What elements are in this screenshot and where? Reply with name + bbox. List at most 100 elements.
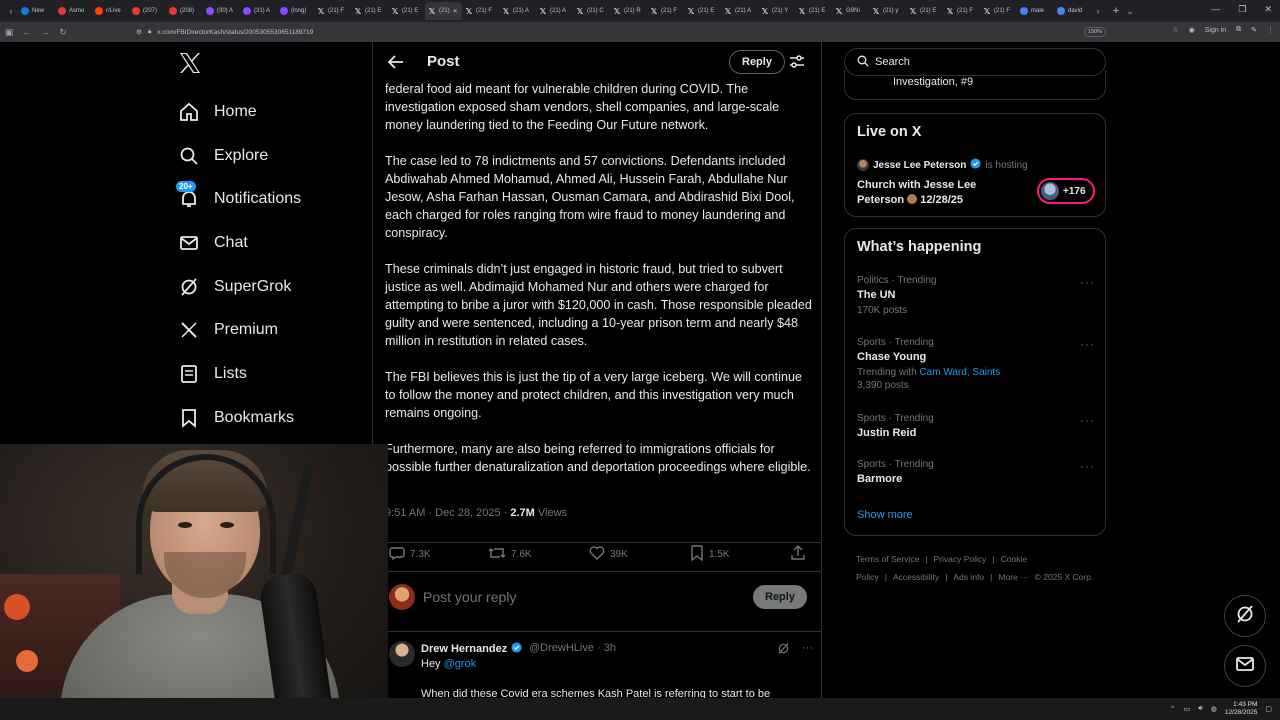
edit-icon[interactable]: ✎ xyxy=(1251,26,1257,34)
browser-tab[interactable]: 𝕏 (21) Y xyxy=(758,2,795,20)
footer-link[interactable]: Accessibility xyxy=(893,572,939,582)
sign-in-button[interactable]: Sign in xyxy=(1205,27,1226,34)
grok-icon[interactable] xyxy=(777,642,790,660)
browser-tab[interactable]: 𝕏 (21) E xyxy=(906,2,943,20)
trend-item[interactable]: Politics · Trending The UN 170K posts ··… xyxy=(857,275,1097,316)
browser-tab[interactable]: 𝕏 G9N\ xyxy=(832,2,869,20)
volume-icon[interactable]: 🔊︎ xyxy=(1198,705,1202,713)
sliders-icon[interactable] xyxy=(789,54,805,75)
trend-item[interactable]: Sports · Trending Barmore ··· xyxy=(857,459,1097,485)
tab-scroll-left-icon[interactable]: ‹ xyxy=(4,6,18,16)
browser-tab[interactable]: 𝕏 (21) E xyxy=(684,2,721,20)
browser-tab[interactable]: male xyxy=(1017,2,1054,20)
trend-item[interactable]: Sports · Trending Chase Young Trending w… xyxy=(857,337,1097,391)
browser-tab[interactable]: 𝕏 (21) A xyxy=(499,2,536,20)
more-icon[interactable]: ··· xyxy=(1080,459,1095,473)
bookmark-action[interactable]: 1.5K xyxy=(690,545,730,564)
footer-link[interactable]: More ··· xyxy=(998,572,1028,582)
site-info-icon[interactable]: ⚙ xyxy=(136,28,142,36)
nav-chat[interactable]: Chat xyxy=(178,221,301,265)
close-tab-icon[interactable]: ✕ xyxy=(453,8,458,15)
tab-search-icon[interactable]: ⌄ xyxy=(1123,6,1137,17)
browser-tab[interactable]: (31) A xyxy=(240,2,277,20)
share-action[interactable] xyxy=(791,545,805,564)
nav-supergrok[interactable]: SuperGrok xyxy=(178,265,301,309)
back-arrow-icon[interactable] xyxy=(386,52,406,72)
display-icon[interactable]: ▭ xyxy=(1184,705,1191,713)
trend-item[interactable]: Sports · Trending Justin Reid ··· xyxy=(857,413,1097,439)
browser-tab[interactable]: (207) xyxy=(129,2,166,20)
browser-tab[interactable]: (long) xyxy=(277,2,314,20)
profile-icon[interactable]: ◉ xyxy=(1189,26,1195,34)
nav-premium[interactable]: Premium xyxy=(178,308,301,352)
post-timestamp[interactable]: 9:51 AM · Dec 28, 2025 · xyxy=(385,507,510,519)
browser-tab[interactable]: 𝕏 (21) F xyxy=(943,2,980,20)
browser-tab[interactable]: 𝕏 (21) E xyxy=(351,2,388,20)
network-icon[interactable]: ◍ xyxy=(1211,705,1217,713)
card-tail-text[interactable]: Investigation, #9 xyxy=(893,76,973,88)
avatar[interactable] xyxy=(389,641,415,667)
browser-tab[interactable]: r/Live xyxy=(92,2,129,20)
avatar[interactable] xyxy=(389,584,415,610)
footer-link[interactable]: Privacy Policy xyxy=(934,554,987,564)
browser-tab[interactable]: 𝕏 (21) C xyxy=(573,2,610,20)
notification-center-icon[interactable]: ▢ xyxy=(1265,705,1272,713)
more-icon[interactable]: ··· xyxy=(1080,275,1095,289)
extensions-icon[interactable]: ⧉ xyxy=(1236,26,1241,34)
star-icon[interactable]: ☆ xyxy=(1172,26,1178,34)
sidebar-toggle-icon[interactable]: ▣ xyxy=(0,27,18,38)
browser-tab[interactable]: 𝕏 (21) F xyxy=(314,2,351,20)
reply-input[interactable]: Post your reply xyxy=(423,589,516,605)
like-action[interactable]: 39K xyxy=(589,545,628,564)
messages-fab-button[interactable] xyxy=(1224,645,1266,687)
nav-bookmarks[interactable]: Bookmarks xyxy=(178,396,301,440)
forward-nav-icon[interactable]: → xyxy=(36,27,54,37)
nav-home[interactable]: Home xyxy=(178,90,301,134)
more-icon[interactable]: ··· xyxy=(1080,337,1095,351)
reload-icon[interactable]: ↻ xyxy=(54,27,72,38)
live-host[interactable]: Jesse Lee Peterson is hosting xyxy=(857,158,1028,172)
footer-link[interactable]: Terms of Service xyxy=(856,554,919,564)
show-more-link[interactable]: Show more xyxy=(857,509,913,521)
author-handle[interactable]: @DrewHLive · 3h xyxy=(529,642,616,654)
chevron-up-icon[interactable]: ⌃ xyxy=(1170,705,1176,713)
browser-tab[interactable]: 𝕏 (21) F xyxy=(980,2,1017,20)
clock[interactable]: 1:43 PM 12/28/2025 xyxy=(1225,701,1258,717)
browser-tab[interactable]: 𝕏 (21) A xyxy=(536,2,573,20)
browser-tab[interactable]: 𝕏 (21) R xyxy=(610,2,647,20)
live-listeners-pill[interactable]: +176 xyxy=(1037,178,1095,204)
browser-tab[interactable]: (30) A xyxy=(203,2,240,20)
nav-explore[interactable]: Explore xyxy=(178,134,301,178)
browser-tab[interactable]: (208) xyxy=(166,2,203,20)
browser-tab[interactable]: 𝕏 (21) F xyxy=(462,2,499,20)
tab-scroll-right-icon[interactable]: › xyxy=(1091,6,1105,16)
maximize-icon[interactable]: ❐ xyxy=(1238,4,1246,15)
grok-fab-button[interactable] xyxy=(1224,595,1266,637)
x-logo-icon[interactable] xyxy=(178,52,202,81)
new-tab-button[interactable]: + xyxy=(1109,5,1123,17)
reply-submit-button[interactable]: Reply xyxy=(753,585,807,609)
reply-header-button[interactable]: Reply xyxy=(729,50,785,74)
reply-action[interactable]: 7.3K xyxy=(389,545,431,564)
browser-tab[interactable]: New xyxy=(18,2,55,20)
trend-related-links[interactable]: Cam Ward, Saints xyxy=(919,367,1000,378)
browser-tab[interactable]: 𝕏 (21) E xyxy=(795,2,832,20)
footer-link[interactable]: Ads info xyxy=(953,572,984,582)
mention-link[interactable]: @grok xyxy=(444,658,477,670)
reply-author[interactable]: Drew Hernandez xyxy=(421,642,522,656)
url-field[interactable]: ⚙ 🔒︎ x.com/FBIDirectorKash/status/200530… xyxy=(136,25,1136,39)
footer-link[interactable]: © 2025 X Corp. xyxy=(1035,572,1094,582)
back-nav-icon[interactable]: ← xyxy=(18,27,36,37)
more-icon[interactable]: ··· xyxy=(802,642,813,660)
close-window-icon[interactable]: ✕ xyxy=(1264,4,1272,15)
nav-lists[interactable]: Lists xyxy=(178,352,301,396)
menu-icon[interactable]: ⋮ xyxy=(1267,26,1274,34)
live-event-title[interactable]: Church with Jesse Lee Peterson 12/28/25 xyxy=(857,178,976,208)
repost-action[interactable]: 7.6K xyxy=(488,545,532,564)
browser-tab[interactable]: 𝕏 (21) y xyxy=(869,2,906,20)
more-icon[interactable]: ··· xyxy=(1080,413,1095,427)
zoom-level[interactable]: 150% xyxy=(1084,27,1107,37)
nav-notifications[interactable]: 20+ Notifications xyxy=(176,177,301,221)
browser-tab[interactable]: 𝕏 (21) F xyxy=(647,2,684,20)
browser-tab[interactable]: 𝕏 (21) E xyxy=(388,2,425,20)
